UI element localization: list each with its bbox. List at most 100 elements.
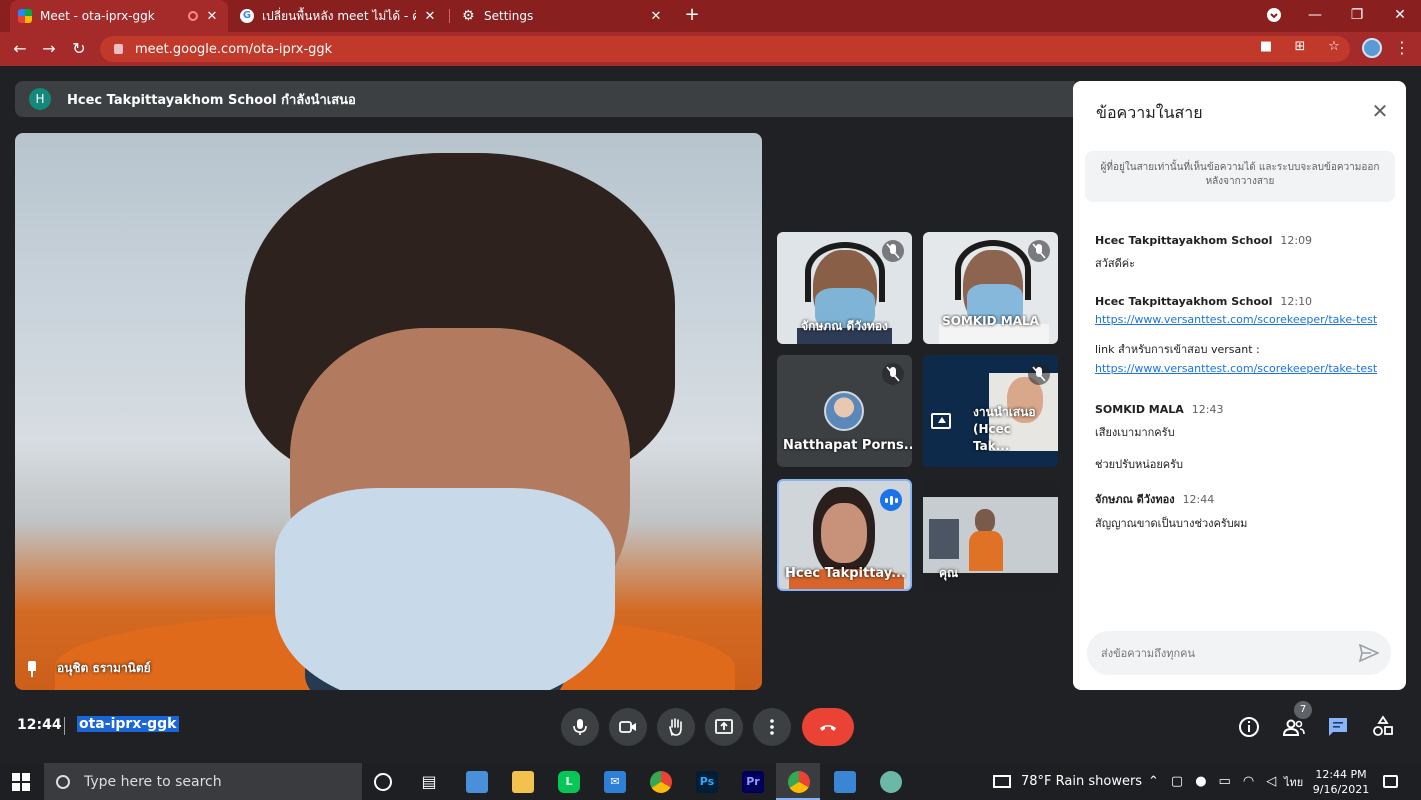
meet-tray-icon[interactable]: ● <box>1195 774 1206 789</box>
tab-settings[interactable]: ⚙ Settings ✕ <box>454 0 672 32</box>
taskbar-search[interactable]: Type here to search <box>44 763 362 800</box>
send-icon[interactable] <box>1359 644 1379 662</box>
present-screen-icon <box>715 719 733 734</box>
video-content <box>821 503 867 563</box>
participant-tile[interactable]: จักษภณ ดีวังทอง <box>777 232 912 344</box>
forward-button[interactable]: → <box>38 38 60 60</box>
close-icon[interactable]: ✕ <box>1369 100 1391 122</box>
tab-search-button[interactable] <box>1261 4 1287 26</box>
tab-google-search[interactable]: G เปลี่ยนพื้นหลัง meet ไม่ได้ - ค้นหาด้ว… <box>232 0 446 32</box>
message-sender: SOMKID MALA <box>1095 403 1184 416</box>
meeting-details-button[interactable] <box>1237 715 1261 739</box>
translate-icon[interactable]: ⊞ <box>1291 38 1309 56</box>
divider <box>64 717 65 735</box>
photoshop-icon[interactable]: Ps <box>696 771 718 793</box>
profile-avatar[interactable] <box>1362 38 1382 58</box>
message-text: link สำหรับการเข้าสอบ versant : <box>1095 343 1260 356</box>
participant-tile[interactable]: Natthapat Porns... <box>777 355 912 467</box>
notifications-icon[interactable] <box>1383 763 1398 800</box>
video-content <box>929 519 959 559</box>
main-video-feed[interactable]: อนุชิต ธรามานิตย์ <box>15 133 762 690</box>
participant-count-badge: 7 <box>1294 701 1312 719</box>
close-tab-icon[interactable]: ✕ <box>422 9 438 24</box>
file-explorer-icon[interactable] <box>512 771 534 793</box>
wifi-icon[interactable]: ◠ <box>1243 774 1254 789</box>
activities-button[interactable] <box>1371 715 1395 739</box>
presentation-tile[interactable]: งานนำเสนอ (Hcec Tak... <box>923 355 1058 467</box>
battery-icon[interactable]: ▭ <box>1219 774 1231 789</box>
message-time: 12:43 <box>1191 403 1224 416</box>
meeting-code[interactable]: ota-iprx-ggk <box>77 716 179 732</box>
bookmark-star-icon[interactable]: ☆ <box>1325 38 1343 56</box>
back-button[interactable]: ← <box>9 38 31 60</box>
message-time: 12:44 <box>1182 493 1215 506</box>
photos-icon[interactable] <box>834 771 856 793</box>
more-options-button[interactable] <box>753 708 791 746</box>
participant-tile-speaking[interactable]: Hcec Takpittay... <box>777 479 912 591</box>
more-vert-icon <box>770 719 774 735</box>
close-window-button[interactable]: ✕ <box>1387 4 1413 26</box>
chrome-active-icon[interactable] <box>788 771 810 793</box>
camera-icon[interactable]: ■ <box>1257 38 1275 56</box>
paint-icon[interactable] <box>880 771 902 793</box>
video-content <box>275 488 615 690</box>
participant-tile[interactable]: SOMKID MALA <box>923 232 1058 344</box>
mic-off-icon <box>882 240 904 262</box>
message-text: สัญญาณขาดเป็นบางช่วงครับผม <box>1095 517 1248 530</box>
app-icon[interactable] <box>466 771 488 793</box>
mic-off-icon <box>882 363 904 385</box>
chat-button[interactable] <box>1326 715 1350 739</box>
cortana-icon[interactable] <box>374 773 392 791</box>
camera-button[interactable] <box>609 708 647 746</box>
taskbar-clock[interactable]: 12:44 PM 9/16/2021 <box>1306 767 1376 797</box>
weather-text: 78°F Rain showers <box>1021 774 1143 789</box>
new-tab-button[interactable]: + <box>682 5 702 25</box>
chrome-icon[interactable] <box>650 771 672 793</box>
message-link[interactable]: https://www.versanttest.com/scorekeeper/… <box>1095 313 1385 326</box>
message-text: สวัสดีค่ะ <box>1095 257 1136 270</box>
task-view-icon[interactable]: ▤ <box>418 771 440 793</box>
participant-tile-self[interactable]: คุณ <box>923 479 1058 591</box>
taskbar-time: 12:44 PM <box>1315 768 1367 781</box>
maximize-button[interactable]: ❐ <box>1344 4 1370 26</box>
message-sender: Hcec Takpittayakhom School <box>1095 234 1273 247</box>
message-link[interactable]: https://www.versanttest.com/scorekeeper/… <box>1095 362 1385 375</box>
present-now-button[interactable] <box>705 708 743 746</box>
pin-icon[interactable] <box>25 660 39 677</box>
device-icon[interactable]: ▢ <box>1171 774 1183 789</box>
tab-title: Meet - ota-iprx-ggk <box>40 9 155 23</box>
video-content <box>805 242 885 302</box>
raise-hand-button[interactable] <box>657 708 695 746</box>
minimize-button[interactable]: — <box>1302 4 1328 26</box>
premiere-icon[interactable]: Pr <box>742 771 764 793</box>
browser-toolbar: ← → ↻ meet.google.com/ota-iprx-ggk ■ ⊞ ☆ <box>0 32 1421 66</box>
volume-icon[interactable]: ◁ <box>1266 774 1276 789</box>
search-placeholder: Type here to search <box>84 773 222 790</box>
camera-icon <box>619 721 636 733</box>
address-bar[interactable]: meet.google.com/ota-iprx-ggk <box>100 36 1350 62</box>
input-language[interactable]: ไทย <box>1284 763 1303 800</box>
main-speaker-name: อนุชิต ธรามานิตย์ <box>57 661 151 675</box>
tab-title: Settings <box>484 9 534 23</box>
microphone-button[interactable] <box>561 708 599 746</box>
tab-meet[interactable]: Meet - ota-iprx-ggk ✕ <box>10 0 228 32</box>
windows-start-icon[interactable] <box>12 773 30 791</box>
browser-menu-icon[interactable]: ⋮ <box>1394 38 1410 57</box>
browser-tab-bar: Meet - ota-iprx-ggk ✕ G เปลี่ยนพื้นหลัง … <box>0 0 1421 32</box>
message-sender: จักษภณ ดีวังทอง <box>1095 493 1175 506</box>
chat-icon <box>1329 718 1347 736</box>
participant-name: Hcec Takpittay... <box>785 566 906 581</box>
search-icon <box>56 774 70 789</box>
weather-widget[interactable]: 78°F Rain showers <box>993 763 1142 800</box>
line-app-icon[interactable]: L <box>558 771 580 793</box>
show-hidden-icons-icon[interactable]: ⌃ <box>1148 774 1159 789</box>
activities-icon <box>1373 715 1393 736</box>
mail-icon[interactable]: ✉ <box>604 771 626 793</box>
chat-message-input[interactable] <box>1101 646 1341 660</box>
leave-call-button[interactable] <box>802 708 854 746</box>
microphone-icon <box>573 719 587 735</box>
close-tab-icon[interactable]: ✕ <box>204 9 220 24</box>
recording-indicator-icon <box>188 11 198 21</box>
reload-button[interactable]: ↻ <box>68 38 90 60</box>
close-tab-icon[interactable]: ✕ <box>648 9 664 24</box>
